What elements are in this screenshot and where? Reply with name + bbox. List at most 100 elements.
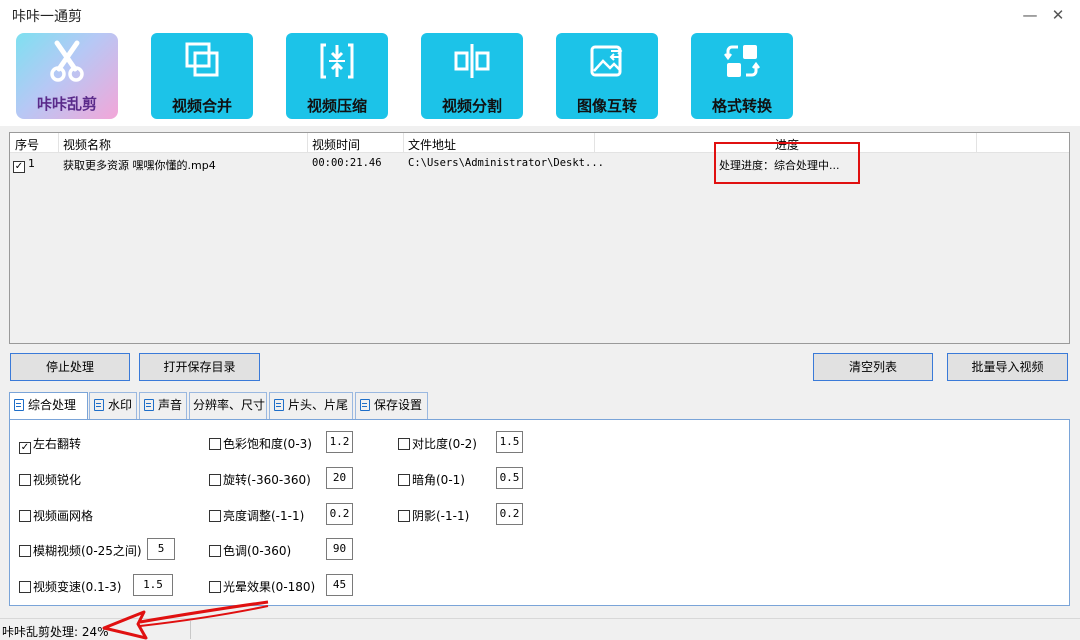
option-blur[interactable]: 模糊视频(0-25之间)	[19, 542, 142, 559]
option-label: 暗角(0-1)	[412, 473, 465, 487]
stop-processing-button[interactable]: 停止处理	[10, 353, 130, 381]
row-index-cell[interactable]: ✓ 1	[13, 157, 35, 173]
speed-value-input[interactable]: 1.5	[133, 574, 173, 596]
col-name[interactable]: 视频名称	[63, 136, 111, 153]
option-shadow[interactable]: 阴影(-1-1)	[398, 507, 469, 524]
tab-save-settings-label: 保存设置	[374, 398, 423, 412]
col-divider[interactable]	[594, 133, 595, 153]
blur-value-input[interactable]: 5	[147, 538, 175, 560]
brightness-value-input[interactable]: 0.2	[326, 503, 353, 525]
batch-import-button[interactable]: 批量导入视频	[947, 353, 1068, 381]
video-compress-button[interactable]: 视频压缩	[286, 33, 388, 119]
grid-checkbox[interactable]	[19, 510, 31, 522]
format-convert-button[interactable]: 格式转换	[691, 33, 793, 119]
window-title: 咔咔一通剪	[12, 9, 82, 25]
hue-value-input[interactable]: 90	[326, 538, 353, 560]
row-checkbox[interactable]: ✓	[13, 161, 25, 173]
split-icon	[454, 44, 490, 78]
video-merge-button[interactable]: 视频合并	[151, 33, 253, 119]
option-label: 视频画网格	[33, 509, 94, 523]
clear-list-button[interactable]: 清空列表	[813, 353, 933, 381]
col-index[interactable]: 序号	[15, 136, 39, 153]
option-contrast[interactable]: 对比度(0-2)	[398, 435, 477, 452]
option-grid[interactable]: 视频画网格	[19, 507, 93, 524]
image-convert-button[interactable]: 图像互转	[556, 33, 658, 119]
option-brightness[interactable]: 亮度调整(-1-1)	[209, 507, 304, 524]
col-divider[interactable]	[403, 133, 404, 153]
col-divider[interactable]	[58, 133, 59, 153]
option-saturation[interactable]: 色彩饱和度(0-3)	[209, 435, 312, 452]
rotate-checkbox[interactable]	[209, 474, 221, 486]
col-duration[interactable]: 视频时间	[312, 136, 360, 153]
row-index: 1	[28, 157, 35, 170]
brightness-checkbox[interactable]	[209, 510, 221, 522]
option-label: 色调(0-360)	[223, 544, 292, 558]
status-divider	[190, 621, 191, 639]
table-row[interactable]: ✓ 1 获取更多资源 嘿嘿你懂的.mp4 00:00:21.46 C:\Users…	[10, 154, 1069, 173]
shadow-value-input[interactable]: 0.2	[496, 503, 523, 525]
contrast-checkbox[interactable]	[398, 438, 410, 450]
tab-intro-outro[interactable]: 片头、片尾	[269, 392, 353, 419]
open-save-dir-button[interactable]: 打开保存目录	[139, 353, 260, 381]
scissors-icon	[50, 40, 84, 82]
option-label: 色彩饱和度(0-3)	[223, 437, 312, 451]
saturation-value-input[interactable]: 1.2	[326, 431, 353, 453]
col-divider[interactable]	[307, 133, 308, 153]
document-icon	[144, 399, 154, 411]
video-split-button[interactable]: 视频分割	[421, 33, 523, 119]
speed-checkbox[interactable]	[19, 581, 31, 593]
option-flip-horizontal[interactable]: ✓ 左右翻转	[19, 435, 81, 454]
tab-watermark[interactable]: 水印	[89, 392, 137, 419]
option-rotate[interactable]: 旋转(-360-360)	[209, 471, 311, 488]
hue-checkbox[interactable]	[209, 545, 221, 557]
image-convert-icon	[590, 45, 623, 77]
logo-label: 咔咔乱剪	[36, 95, 97, 113]
rotate-value-input[interactable]: 20	[326, 467, 353, 489]
tab-audio[interactable]: 声音	[139, 392, 187, 419]
close-button[interactable]: ✕	[1046, 4, 1070, 26]
list-header: 序号 视频名称 视频时间 文件地址 进度	[10, 133, 1069, 153]
option-hue[interactable]: 色调(0-360)	[209, 542, 291, 559]
tab-save-settings[interactable]: 保存设置	[355, 392, 428, 419]
video-merge-label: 视频合并	[171, 97, 232, 115]
vignette-checkbox[interactable]	[398, 474, 410, 486]
tab-resolution[interactable]: 分辨率、尺寸	[189, 392, 267, 419]
glow-checkbox[interactable]	[209, 581, 221, 593]
video-list[interactable]: 序号 视频名称 视频时间 文件地址 进度 ✓ 1 获取更多资源 嘿嘿你懂的.mp4…	[9, 132, 1070, 344]
vignette-value-input[interactable]: 0.5	[496, 467, 523, 489]
image-convert-label: 图像互转	[576, 97, 637, 115]
toolbar: 咔咔乱剪 视频合并 视频压缩 视频分割 图像互转 格式转换	[0, 30, 1080, 126]
col-progress[interactable]: 进度	[775, 136, 799, 153]
blur-checkbox[interactable]	[19, 545, 31, 557]
tab-general[interactable]: 综合处理	[9, 392, 88, 421]
row-duration: 00:00:21.46	[312, 157, 382, 169]
minimize-button[interactable]: —	[1018, 4, 1042, 26]
row-name: 获取更多资源 嘿嘿你懂的.mp4	[63, 159, 216, 172]
option-label: 阴影(-1-1)	[412, 509, 470, 523]
option-label: 亮度调整(-1-1)	[223, 509, 305, 523]
status-text: 咔咔乱剪处理: 24%	[2, 625, 109, 639]
sharpen-checkbox[interactable]	[19, 474, 31, 486]
contrast-value-input[interactable]: 1.5	[496, 431, 523, 453]
document-icon	[274, 399, 284, 411]
shadow-checkbox[interactable]	[398, 510, 410, 522]
video-compress-label: 视频压缩	[306, 97, 367, 115]
tab-intro-outro-label: 片头、片尾	[288, 398, 349, 412]
saturation-checkbox[interactable]	[209, 438, 221, 450]
option-sharpen[interactable]: 视频锐化	[19, 471, 81, 488]
option-vignette[interactable]: 暗角(0-1)	[398, 471, 465, 488]
glow-value-input[interactable]: 45	[326, 574, 353, 596]
option-glow[interactable]: 光晕效果(0-180)	[209, 578, 315, 595]
col-path[interactable]: 文件地址	[408, 136, 456, 153]
row-path: C:\Users\Administrator\Deskt...	[408, 157, 604, 169]
merge-icon	[185, 42, 219, 77]
option-label: 模糊视频(0-25之间)	[33, 544, 142, 558]
format-convert-icon	[724, 45, 760, 77]
col-divider[interactable]	[976, 133, 977, 153]
tab-watermark-label: 水印	[108, 398, 133, 412]
document-icon	[14, 399, 24, 411]
status-bar: 咔咔乱剪处理: 24%	[0, 618, 1080, 640]
option-speed[interactable]: 视频变速(0.1-3)	[19, 578, 121, 595]
general-settings-panel: ✓ 左右翻转 视频锐化 视频画网格 模糊视频(0-25之间) 5 视频变速(0.1…	[9, 419, 1070, 606]
flip-checkbox[interactable]: ✓	[19, 442, 31, 454]
